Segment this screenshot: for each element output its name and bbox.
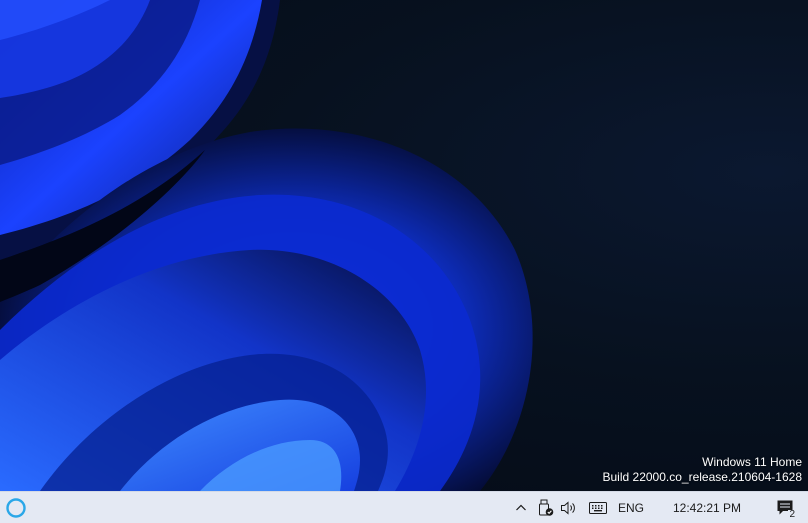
input-language-indicator[interactable]: ENG xyxy=(614,492,648,523)
touch-keyboard-icon xyxy=(589,501,607,514)
show-hidden-icons-button[interactable] xyxy=(512,492,530,523)
volume-button[interactable] xyxy=(558,492,580,523)
action-center-button[interactable]: 2 xyxy=(770,492,800,523)
system-clock[interactable]: 12:42:21 PM xyxy=(668,492,746,523)
windows-version-watermark: Windows 11 Home Build 22000.co_release.2… xyxy=(603,455,803,485)
bloom-wallpaper xyxy=(0,0,533,491)
cortana-button[interactable] xyxy=(0,492,32,523)
safely-remove-hardware-button[interactable] xyxy=(536,492,556,523)
touch-keyboard-button[interactable] xyxy=(586,492,610,523)
windows-build-text: Build 22000.co_release.210604-1628 xyxy=(602,470,803,484)
notification-count-badge: 2 xyxy=(788,509,796,520)
cortana-ring-icon xyxy=(6,497,26,518)
desktop[interactable]: Windows 11 Home Build 22000.co_release.2… xyxy=(0,0,808,491)
taskbar[interactable]: ENG 12:42:21 PM 2 xyxy=(0,491,808,523)
windows-edition-text: Windows 11 Home xyxy=(702,455,802,469)
speaker-volume-icon xyxy=(561,500,575,515)
usb-safely-remove-icon xyxy=(539,499,554,516)
chevron-up-icon xyxy=(516,504,526,510)
